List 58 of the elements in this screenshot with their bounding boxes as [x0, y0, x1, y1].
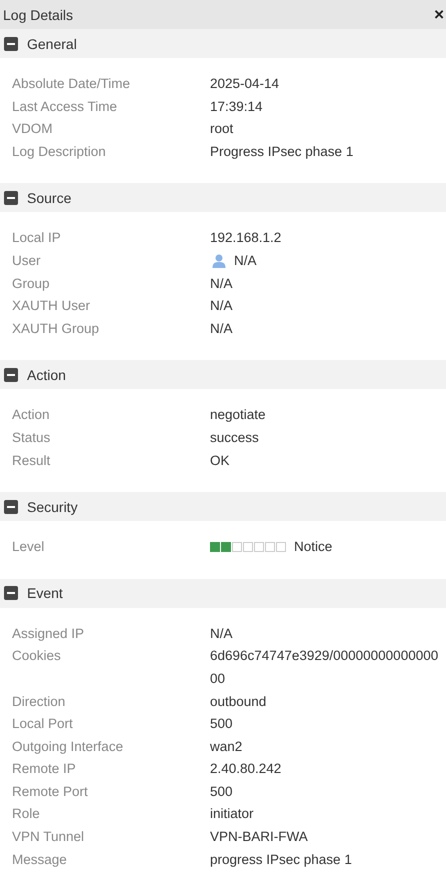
field-value: Notice	[294, 538, 334, 556]
section-header[interactable]: Security	[0, 492, 446, 522]
field-label: VPN Tunnel	[12, 828, 86, 846]
field-value: 192.168.1.2	[210, 229, 282, 248]
field-label: Level	[12, 538, 46, 556]
field-value: VPN-BARI-FWA	[210, 828, 309, 846]
field-value: 2025-04-14	[210, 75, 280, 93]
field-value: Progress IPsec phase 1	[210, 142, 354, 161]
field-label: XAUTH Group	[12, 320, 100, 338]
field-label: Last Access Time	[12, 98, 118, 116]
field-value: success	[210, 428, 260, 447]
field-value: outbound	[210, 692, 268, 710]
field-value: progress IPsec phase 1	[210, 850, 353, 869]
field-label: Local IP	[12, 229, 62, 248]
field-label: Outgoing Interface	[12, 738, 124, 756]
field-value: 17:39:14	[210, 98, 264, 116]
window-title: Log Details	[3, 6, 74, 22]
field-label: Status	[12, 428, 52, 447]
field-value: N/A	[210, 297, 234, 316]
field-value: negotiate	[210, 406, 267, 424]
field-label: User	[12, 252, 42, 270]
collapse-icon[interactable]	[4, 368, 18, 382]
user-icon	[212, 254, 226, 268]
field-label: Remote IP	[12, 760, 77, 778]
collapse-icon[interactable]	[4, 586, 18, 600]
section-header[interactable]: Event	[0, 578, 446, 608]
field-value: OK	[210, 452, 231, 470]
section-header[interactable]: General	[0, 29, 446, 58]
section-header[interactable]: Source	[0, 183, 446, 212]
field-value: wan2	[210, 738, 244, 756]
field-label: Message	[12, 850, 68, 869]
field-value: root	[210, 120, 234, 138]
field-label: Local Port	[12, 715, 74, 734]
field-value: 500	[210, 715, 234, 734]
field-value: N/A	[210, 274, 234, 293]
field-label: Remote Port	[12, 782, 89, 801]
field-label: Absolute Date/Time	[12, 75, 132, 93]
field-value: 2.40.80.242	[210, 760, 282, 778]
close-button[interactable]: ×	[434, 6, 446, 23]
field-label: Group	[12, 274, 51, 293]
field-value: N/A	[234, 252, 258, 270]
section-header[interactable]: Action	[0, 360, 446, 390]
field-label: Action	[12, 406, 51, 424]
field-label: Result	[12, 452, 52, 470]
field-label: Cookies	[12, 647, 62, 666]
field-label: VDOM	[12, 120, 54, 138]
field-value: 500	[210, 782, 234, 801]
field-label: Log Description	[12, 142, 107, 161]
field-value: N/A	[210, 320, 234, 338]
field-label: XAUTH User	[12, 297, 92, 316]
field-label: Assigned IP	[12, 624, 86, 643]
field-label: Direction	[12, 692, 66, 710]
collapse-icon[interactable]	[4, 190, 18, 205]
field-value: N/A	[210, 624, 234, 643]
field-label: Role	[12, 805, 41, 824]
field-value: initiator	[210, 805, 255, 824]
collapse-icon[interactable]	[4, 500, 18, 514]
collapse-icon[interactable]	[4, 36, 18, 50]
